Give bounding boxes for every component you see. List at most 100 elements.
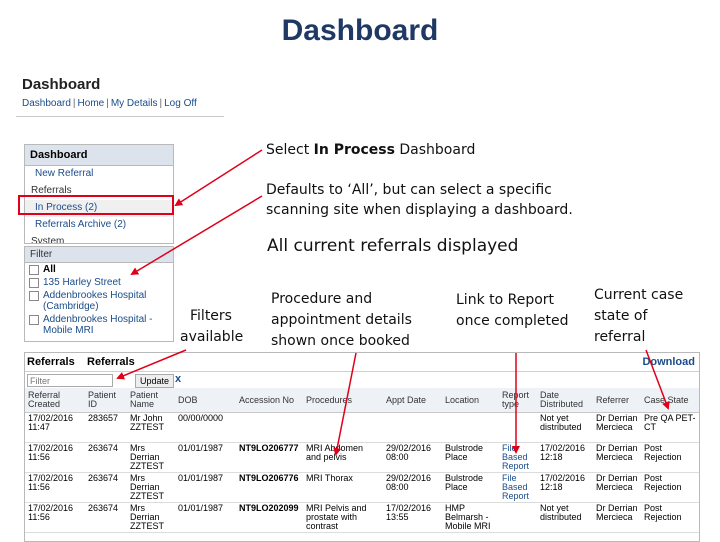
filter-option-harley-street[interactable]: 135 Harley Street: [25, 276, 173, 289]
table-cell: [236, 412, 303, 443]
column-header[interactable]: Date Distributed: [537, 388, 593, 413]
table-cell: Mrs Derrian ZZTEST: [127, 442, 175, 473]
table-cell: 29/02/2016 08:00: [383, 472, 442, 503]
table-cell: 01/01/1987: [175, 472, 236, 503]
annotation-line: Defaults to ‘All’, but can select a spec…: [266, 182, 552, 198]
annotation-line: available: [180, 329, 244, 345]
table-cell: Dr Derrian Mercieca: [593, 472, 641, 503]
table-cell: Dr Derrian Mercieca: [593, 412, 641, 443]
annotation-line: shown once booked: [271, 333, 410, 349]
column-header[interactable]: Referrer: [593, 388, 641, 413]
highlight-box: [18, 195, 174, 215]
annotation-line: once completed: [456, 313, 569, 329]
nav-link-dashboard[interactable]: Dashboard: [22, 98, 71, 109]
table-cell: 17/02/2016 12:18: [537, 442, 593, 473]
checkbox-icon[interactable]: [29, 265, 39, 275]
table-cell: 17/02/2016 13:55: [383, 502, 442, 533]
table-row[interactable]: 17/02/2016 11:47 283657 Mr John ZZTEST 0…: [25, 412, 699, 443]
column-header[interactable]: Report type: [499, 388, 537, 413]
table-header-row: Referral Created Patient ID Patient Name…: [25, 388, 699, 413]
table-cell: 17/02/2016 11:56: [25, 442, 85, 473]
annotation-line: Procedure and: [271, 291, 373, 307]
annotation-text: Dashboard: [394, 142, 476, 158]
checkbox-icon[interactable]: [29, 291, 39, 301]
referrals-table: Referral Created Patient ID Patient Name…: [25, 388, 699, 533]
table-row[interactable]: 17/02/2016 11:56 263674 Mrs Derrian ZZTE…: [25, 442, 699, 473]
filter-option-label: Addenbrookes Hospital (Cambridge): [43, 290, 147, 312]
nav-item-referrals-archive[interactable]: Referrals Archive (2): [25, 217, 173, 234]
annotation-procedure: Procedure and appointment details shown on…: [271, 289, 451, 352]
annotation-line: Current case: [594, 287, 684, 303]
filter-option-label: All: [43, 264, 56, 275]
nav-link-home[interactable]: Home: [78, 98, 105, 109]
annotation-bold-text: In Process: [313, 142, 395, 158]
table-cell: NT9LO202099: [236, 502, 303, 533]
column-header[interactable]: Appt Date: [383, 388, 442, 413]
annotation-line: Filters: [190, 308, 232, 324]
table-cell: [383, 412, 442, 443]
table-cell: MRI Pelvis and prostate with contrast: [303, 502, 383, 533]
table-cell: 17/02/2016 11:47: [25, 412, 85, 443]
table-cell: 263674: [85, 472, 127, 503]
column-header[interactable]: Patient Name: [127, 388, 175, 413]
annotation-select-in-process: Select In Process Dashboard: [266, 142, 475, 158]
table-cell: Not yet distributed: [537, 502, 593, 533]
table-cell: HMP Belmarsh - Mobile MRI: [442, 502, 499, 533]
dashboard-header-panel: Dashboard Dashboard | Home | My Details | Log …: [16, 72, 224, 117]
table-row[interactable]: 17/02/2016 11:56 263674 Mrs Derrian ZZTE…: [25, 502, 699, 533]
table-cell: [303, 412, 383, 443]
slide-title: Dashboard: [281, 14, 439, 47]
table-cell: 29/02/2016 08:00: [383, 442, 442, 473]
column-header[interactable]: Accession No: [236, 388, 303, 413]
column-header[interactable]: DOB: [175, 388, 236, 413]
table-cell: 17/02/2016 11:56: [25, 472, 85, 503]
filter-input[interactable]: [27, 374, 113, 387]
filter-option-addenbrookes-mobile[interactable]: Addenbrookes Hospital - Mobile MRI: [25, 313, 173, 337]
update-button[interactable]: Update: [135, 374, 175, 388]
table-cell: Not yet distributed: [537, 412, 593, 443]
table-row[interactable]: 17/02/2016 11:56 263674 Mrs Derrian ZZTE…: [25, 472, 699, 503]
report-link[interactable]: [499, 502, 537, 533]
filter-option-all[interactable]: All: [25, 263, 173, 276]
table-cell: Bulstrode Place: [442, 442, 499, 473]
filter-row: Update x: [25, 372, 699, 388]
nav-link-my-details[interactable]: My Details: [111, 98, 158, 109]
table-cell: 17/02/2016 12:18: [537, 472, 593, 503]
table-cell: Dr Derrian Mercieca: [593, 502, 641, 533]
download-link[interactable]: Download: [642, 356, 695, 368]
table-cell: 01/01/1987: [175, 442, 236, 473]
table-cell: MRI Thorax: [303, 472, 383, 503]
annotation-line: state of: [594, 308, 648, 324]
filter-header: Filter: [25, 247, 173, 263]
annotation-link-report: Link to Report once completed: [456, 290, 586, 332]
column-header[interactable]: Case State: [641, 388, 699, 413]
column-header[interactable]: Procedures: [303, 388, 383, 413]
column-header[interactable]: Location: [442, 388, 499, 413]
table-cell: NT9LO206777: [236, 442, 303, 473]
report-link[interactable]: File Based Report: [499, 442, 537, 473]
column-header[interactable]: Patient ID: [85, 388, 127, 413]
filter-option-addenbrookes-cambridge[interactable]: Addenbrookes Hospital (Cambridge): [25, 289, 173, 313]
table-cell: Mrs Derrian ZZTEST: [127, 472, 175, 503]
annotation-defaults: Defaults to ‘All’, but can select a spec…: [266, 180, 573, 220]
annotation-line: Link to Report: [456, 292, 555, 308]
filter-option-label: Addenbrookes Hospital - Mobile MRI: [43, 314, 153, 336]
table-cell: MRI Abdomen and pelvis: [303, 442, 383, 473]
referrals-panel: Referrals Referrals Download Update x Re…: [24, 352, 700, 542]
table-cell: 17/02/2016 11:56: [25, 502, 85, 533]
checkbox-icon[interactable]: [29, 278, 39, 288]
table-cell: Post Rejection: [641, 502, 699, 533]
clear-filter-icon[interactable]: x: [175, 373, 181, 385]
annotation-case-state: Current case state of referral: [594, 285, 720, 348]
nav-item-new-referral[interactable]: New Referral: [25, 166, 173, 183]
table-cell: [442, 412, 499, 443]
nav-link-log-off[interactable]: Log Off: [164, 98, 197, 109]
checkbox-icon[interactable]: [29, 315, 39, 325]
table-cell: 00/00/0000: [175, 412, 236, 443]
annotation-line: appointment details: [271, 312, 412, 328]
column-header[interactable]: Referral Created: [25, 388, 85, 413]
report-link[interactable]: [499, 412, 537, 443]
report-link[interactable]: File Based Report: [499, 472, 537, 503]
annotation-filters: Filters available: [180, 306, 260, 348]
table-cell: Post Rejection: [641, 472, 699, 503]
